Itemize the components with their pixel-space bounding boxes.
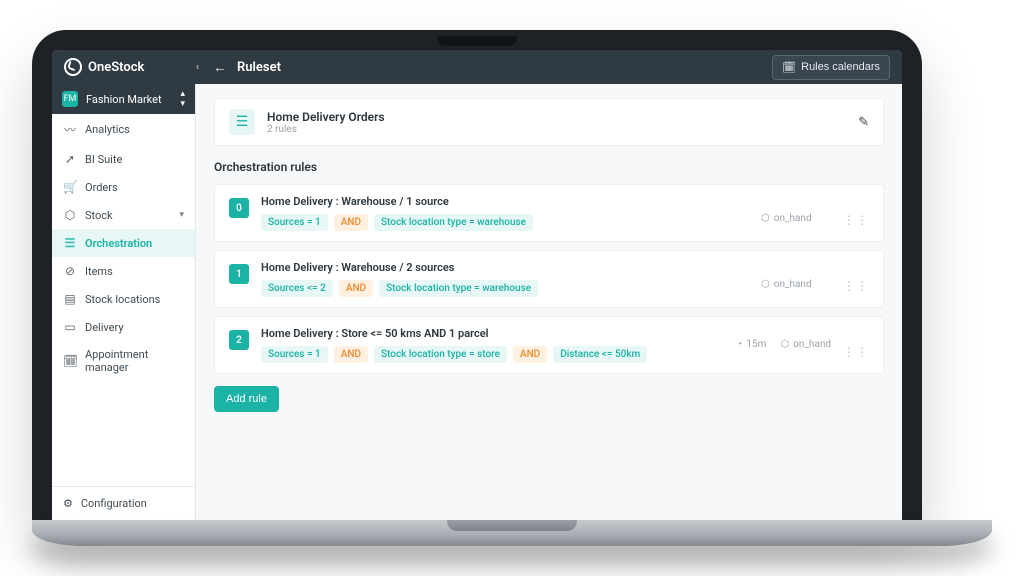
back-arrow-icon[interactable]: ←	[213, 59, 227, 76]
rule-card[interactable]: 0 Home Delivery : Warehouse / 1 source S…	[214, 184, 884, 242]
brand: OneStock	[64, 58, 182, 76]
rule-card[interactable]: 2 Home Delivery : Store <= 50 kms AND 1 …	[214, 316, 884, 374]
page-title: Ruleset	[237, 60, 281, 75]
sidebar-item-label: Orders	[85, 181, 118, 194]
sidebar-collapse-icon[interactable]: ‹	[192, 58, 203, 77]
trend-icon: ➚	[63, 152, 77, 166]
list-icon: ☰	[229, 109, 255, 135]
sliders-icon: ⚙	[63, 497, 73, 510]
rule-chip: Sources <= 2	[261, 280, 333, 297]
cart-icon: 🛒	[63, 180, 77, 194]
ruleset-subtitle: 2 rules	[267, 124, 385, 135]
rule-index-badge: 0	[229, 198, 249, 218]
sidebar-item-items[interactable]: ⊘ Items	[52, 257, 195, 285]
sidebar-item-bi-suite[interactable]: ➚ BI Suite	[52, 145, 195, 173]
rule-chip: Stock location type = warehouse	[379, 280, 538, 297]
rule-index-badge: 2	[229, 330, 249, 350]
sidebar-item-orchestration[interactable]: ☰ Orchestration	[52, 229, 195, 257]
rule-tag-text: 15m	[746, 339, 766, 350]
rule-card[interactable]: 1 Home Delivery : Warehouse / 2 sources …	[214, 250, 884, 308]
chevron-down-icon: ▾	[179, 210, 184, 220]
cube-icon: ⬡	[780, 339, 789, 350]
sidebar-item-label: Delivery	[85, 321, 124, 334]
chart-icon: 〰	[63, 121, 77, 138]
rule-tag-text: on_hand	[793, 339, 831, 350]
brand-logo-icon	[64, 58, 82, 76]
sidebar-item-delivery[interactable]: ▭ Delivery	[52, 313, 195, 341]
clock-icon: ◔	[736, 339, 742, 350]
rule-chip-and: AND	[513, 346, 547, 363]
topbar: OneStock ‹ ← Ruleset 🗓 Rules calendars	[52, 50, 902, 84]
ruleset-header-card: ☰ Home Delivery Orders 2 rules ✎	[214, 98, 884, 146]
rule-tag: ⬡ on_hand	[761, 279, 831, 290]
calendar-icon: 🗓	[63, 354, 77, 368]
rule-index-badge: 1	[229, 264, 249, 284]
sidebar-item-label: Stock	[85, 209, 113, 222]
rule-tag-text: on_hand	[774, 213, 812, 224]
sidebar-item-label: Analytics	[85, 123, 130, 136]
sidebar-item-label: Items	[85, 265, 113, 278]
rules-calendars-label: Rules calendars	[801, 61, 880, 73]
rule-tag-text: on_hand	[774, 279, 812, 290]
list-icon: ☰	[63, 236, 77, 250]
rule-title: Home Delivery : Warehouse / 1 source	[261, 195, 749, 208]
edit-icon[interactable]: ✎	[858, 115, 869, 130]
cube-icon: ⬡	[63, 208, 77, 222]
rule-chip-and: AND	[339, 280, 373, 297]
workspace-name: Fashion Market	[86, 93, 162, 106]
updown-icon: ▴▾	[180, 90, 185, 109]
drag-handle-icon[interactable]: ⋮⋮	[843, 345, 869, 359]
cube-icon: ⬡	[761, 279, 770, 290]
section-title: Orchestration rules	[214, 160, 884, 174]
main-content: ☰ Home Delivery Orders 2 rules ✎ Orchest…	[196, 84, 902, 520]
tag-icon: ⊘	[63, 264, 77, 278]
rule-chip: Sources = 1	[261, 214, 328, 231]
rule-title: Home Delivery : Warehouse / 2 sources	[261, 261, 749, 274]
sidebar-item-analytics[interactable]: 〰 Analytics	[52, 114, 195, 145]
rule-chip: Stock location type = store	[374, 346, 507, 363]
sidebar: FM Fashion Market ▴▾ 〰 Analytics ➚ BI Su…	[52, 84, 196, 520]
sidebar-item-appointment-manager[interactable]: 🗓 Appointment manager	[52, 341, 195, 381]
rule-chip-and: AND	[334, 346, 368, 363]
drag-handle-icon[interactable]: ⋮⋮	[843, 279, 869, 293]
sidebar-item-label: Configuration	[81, 497, 147, 510]
rules-calendars-button[interactable]: 🗓 Rules calendars	[772, 55, 890, 80]
sidebar-item-label: Orchestration	[85, 237, 152, 250]
rule-tag: ◔ 15m ⬡ on_hand	[736, 339, 831, 350]
rule-title: Home Delivery : Store <= 50 kms AND 1 pa…	[261, 327, 724, 340]
sidebar-item-stock-locations[interactable]: ▤ Stock locations	[52, 285, 195, 313]
brand-name: OneStock	[88, 60, 144, 75]
add-rule-button[interactable]: Add rule	[214, 386, 279, 412]
rule-tag: ⬡ on_hand	[761, 213, 831, 224]
rule-chip: Sources = 1	[261, 346, 328, 363]
nav-list: 〰 Analytics ➚ BI Suite 🛒 Orders ⬡	[52, 114, 195, 486]
sidebar-item-label: Stock locations	[85, 293, 160, 306]
cube-icon: ⬡	[761, 213, 770, 224]
rule-chip-and: AND	[334, 214, 368, 231]
store-icon: ▤	[63, 292, 77, 306]
workspace-switcher[interactable]: FM Fashion Market ▴▾	[52, 84, 195, 114]
truck-icon: ▭	[63, 320, 77, 334]
sidebar-item-orders[interactable]: 🛒 Orders	[52, 173, 195, 201]
sidebar-item-label: Appointment manager	[85, 348, 184, 374]
sidebar-item-configuration[interactable]: ⚙ Configuration	[52, 486, 195, 520]
workspace-badge: FM	[62, 91, 78, 107]
rule-chip: Stock location type = warehouse	[374, 214, 533, 231]
rule-chip: Distance <= 50km	[553, 346, 647, 363]
calendar-icon: 🗓	[782, 61, 796, 74]
ruleset-title: Home Delivery Orders	[267, 110, 385, 124]
sidebar-item-stock[interactable]: ⬡ Stock ▾	[52, 201, 195, 229]
drag-handle-icon[interactable]: ⋮⋮	[843, 213, 869, 227]
sidebar-item-label: BI Suite	[85, 153, 122, 166]
